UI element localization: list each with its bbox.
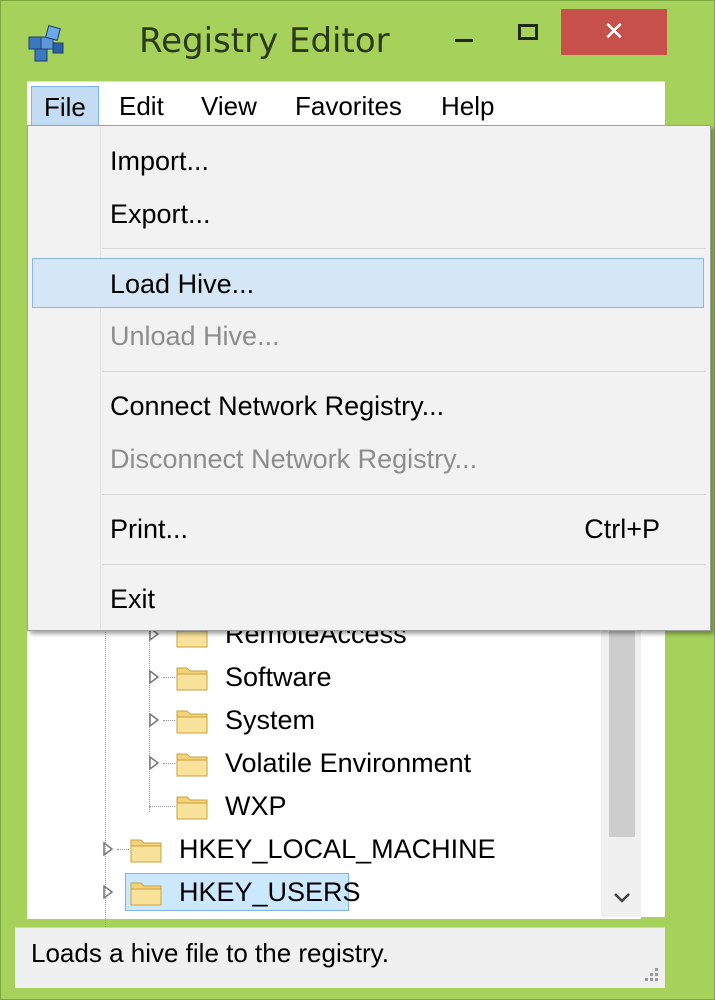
registry-editor-window: Registry Editor ✕ File Edit View Favorit… xyxy=(0,0,715,1000)
menu-item-disconnect-network-registry: Disconnect Network Registry... xyxy=(32,434,704,484)
resize-grip-icon[interactable] xyxy=(643,966,659,982)
tree-label: WXP xyxy=(225,791,287,821)
chevron-down-icon xyxy=(614,893,630,903)
tree-label: Software xyxy=(225,662,332,692)
menu-item-print[interactable]: Print... Ctrl+P xyxy=(32,504,704,554)
close-button[interactable]: ✕ xyxy=(561,9,667,55)
tree-item-volatile-environment[interactable]: Volatile Environment xyxy=(143,743,613,783)
minimize-icon xyxy=(455,38,473,42)
menu-item-load-hive[interactable]: Load Hive... xyxy=(32,258,704,308)
menu-item-import[interactable]: Import... xyxy=(32,136,704,186)
folder-icon xyxy=(176,710,208,734)
folder-icon xyxy=(176,753,208,777)
tree-guide-line xyxy=(149,806,175,807)
tree-guide-line xyxy=(163,677,175,678)
expand-arrow-icon[interactable] xyxy=(147,756,161,770)
menu-item-label: Print... xyxy=(110,514,189,544)
tree-label: HKEY_USERS xyxy=(179,877,361,907)
menu-item-exit[interactable]: Exit xyxy=(32,574,704,624)
menu-favorites[interactable]: Favorites xyxy=(283,86,414,126)
menu-item-label: Export... xyxy=(110,199,211,229)
expand-arrow-icon[interactable] xyxy=(101,885,115,899)
menu-separator xyxy=(102,371,706,372)
folder-icon xyxy=(130,882,162,906)
scroll-down-button[interactable] xyxy=(609,885,635,911)
menu-item-label: Exit xyxy=(110,584,156,614)
file-menu-dropdown: Import... Export... Load Hive... Unload … xyxy=(27,125,711,631)
title-bar[interactable]: Registry Editor ✕ xyxy=(1,1,715,79)
folder-icon xyxy=(176,667,208,691)
menu-item-shortcut: Ctrl+P xyxy=(584,514,660,544)
tree-guide-line xyxy=(163,720,175,721)
expand-arrow-icon[interactable] xyxy=(101,842,115,856)
menu-item-label: Unload Hive... xyxy=(110,321,280,351)
window-title: Registry Editor xyxy=(139,21,390,61)
menu-item-label: Connect Network Registry... xyxy=(110,391,445,421)
status-text: Loads a hive file to the registry. xyxy=(31,938,389,968)
close-icon: ✕ xyxy=(603,17,625,47)
scrollbar-thumb[interactable] xyxy=(609,617,635,837)
minimize-button[interactable] xyxy=(439,9,489,55)
tree-item-wxp[interactable]: WXP xyxy=(143,786,613,826)
menu-item-export[interactable]: Export... xyxy=(32,189,704,239)
menu-item-label: Load Hive... xyxy=(110,269,255,299)
expand-arrow-icon[interactable] xyxy=(147,670,161,684)
menu-item-connect-network-registry[interactable]: Connect Network Registry... xyxy=(32,381,704,431)
tree-item-software[interactable]: Software xyxy=(143,657,613,697)
tree-guide-line xyxy=(117,849,129,850)
status-bar: Loads a hive file to the registry. xyxy=(15,927,665,988)
menu-item-label: Import... xyxy=(110,146,210,176)
registry-editor-icon xyxy=(25,21,69,65)
expand-arrow-icon[interactable] xyxy=(147,713,161,727)
tree-item-hkey-users[interactable]: HKEY_USERS xyxy=(97,872,613,912)
folder-icon xyxy=(130,839,162,863)
folder-icon xyxy=(176,796,208,820)
tree-label: HKEY_LOCAL_MACHINE xyxy=(179,834,496,864)
tree-item-hkey-local-machine[interactable]: HKEY_LOCAL_MACHINE xyxy=(97,829,613,869)
menu-file[interactable]: File xyxy=(31,86,99,126)
menu-view[interactable]: View xyxy=(189,86,269,126)
menu-separator xyxy=(102,248,706,249)
maximize-icon xyxy=(518,24,538,40)
menu-bar: File Edit View Favorites Help xyxy=(27,81,665,128)
menu-separator xyxy=(102,494,706,495)
tree-label: System xyxy=(225,705,316,735)
menu-help[interactable]: Help xyxy=(429,86,506,126)
menu-edit[interactable]: Edit xyxy=(107,86,176,126)
tree-item-system[interactable]: System xyxy=(143,700,613,740)
tree-label: Volatile Environment xyxy=(225,748,472,778)
maximize-button[interactable] xyxy=(503,9,553,55)
menu-separator xyxy=(102,564,706,565)
tree-guide-line xyxy=(163,763,175,764)
menu-item-label: Disconnect Network Registry... xyxy=(110,444,478,474)
menu-item-unload-hive: Unload Hive... xyxy=(32,311,704,361)
